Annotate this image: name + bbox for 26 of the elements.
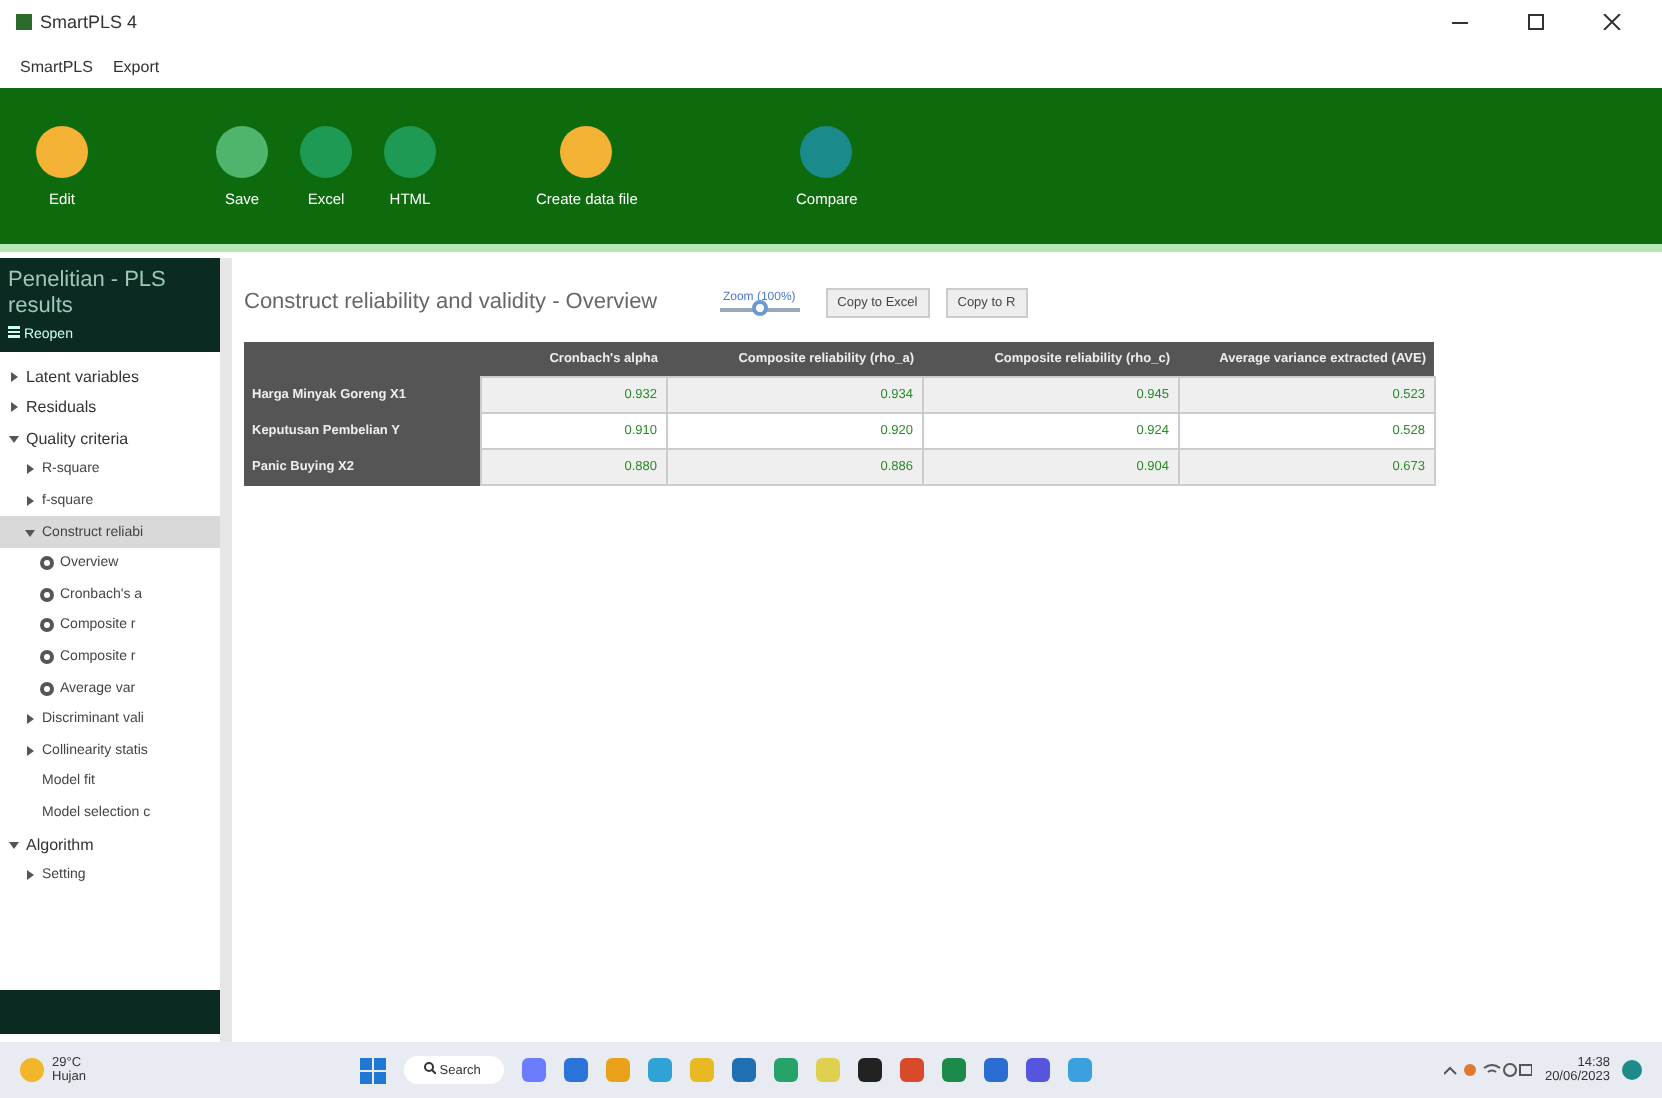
notification-icon[interactable]	[1622, 1060, 1642, 1080]
caret-icon	[8, 402, 20, 413]
caret-icon	[24, 714, 36, 725]
caret-icon	[24, 496, 36, 507]
menu-item[interactable]: Export	[112, 57, 160, 75]
system-tray-icons[interactable]	[1444, 1062, 1533, 1078]
caret-icon	[24, 870, 36, 881]
tree-item[interactable]: Quality criteria	[0, 423, 220, 455]
tree-item[interactable]: Residuals	[0, 391, 220, 424]
caret-icon	[8, 839, 20, 850]
app-icon[interactable]	[858, 1058, 882, 1082]
caret-icon	[24, 745, 36, 756]
caret-icon	[8, 371, 20, 382]
caret-icon	[8, 433, 20, 444]
search-icon	[424, 1062, 436, 1074]
project-title: Penelitian - PLS results	[8, 268, 168, 321]
tree-item[interactable]: Algorithm	[0, 828, 220, 860]
app-icon	[16, 14, 32, 30]
start-icon[interactable]	[360, 1057, 386, 1083]
tree-item[interactable]: Latent variables	[0, 360, 220, 392]
menu-item[interactable]: SmartPLS	[20, 57, 93, 75]
page-title: Construct reliability and validity - Overview	[244, 290, 658, 314]
caret-icon	[24, 527, 36, 538]
list-icon	[8, 326, 20, 339]
caret-icon	[24, 464, 36, 475]
window-title: SmartPLS 4	[40, 12, 138, 32]
